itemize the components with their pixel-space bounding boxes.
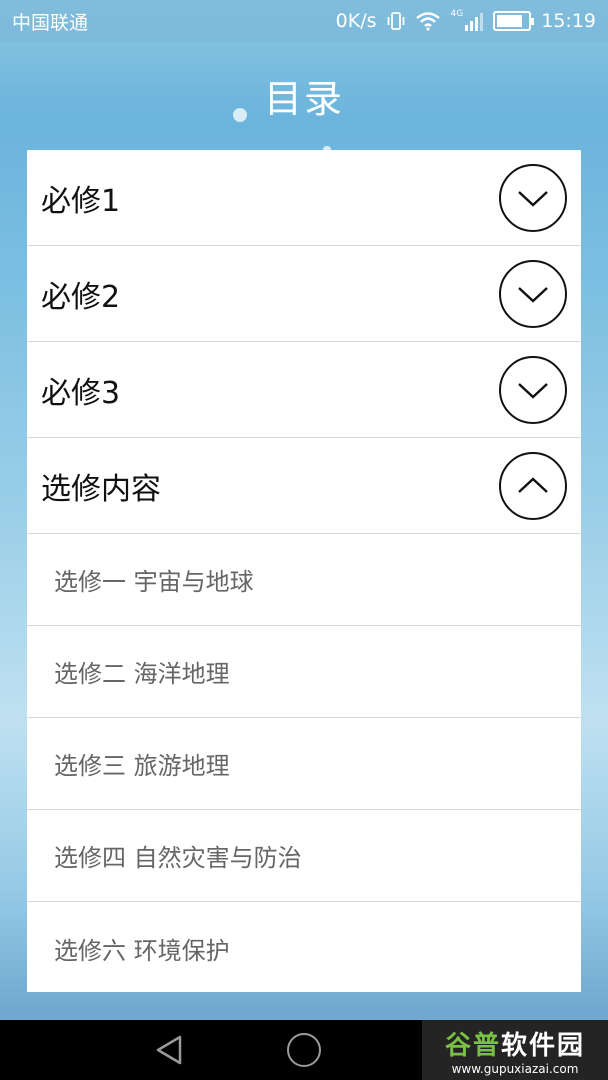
watermark-url: www.gupuxiazai.com	[451, 1061, 579, 1076]
chevron-down-icon[interactable]	[499, 355, 567, 424]
chevron-up-icon[interactable]	[499, 451, 567, 520]
clock: 15:19	[541, 10, 596, 32]
elective-item[interactable]: 选修二 海洋地理	[27, 626, 581, 718]
elective-item[interactable]: 选修三 旅游地理	[27, 718, 581, 810]
status-indicators: 0K/s 4G 15:19	[335, 9, 596, 32]
chevron-down-icon[interactable]	[499, 163, 567, 232]
battery-fill	[497, 15, 523, 27]
back-icon[interactable]	[153, 1033, 187, 1067]
section-label: 必修3	[41, 375, 121, 411]
section-row[interactable]: 选修内容	[27, 438, 581, 534]
battery-icon	[493, 11, 535, 31]
status-bar: 中国联通 0K/s 4G 15:19	[0, 0, 608, 42]
signal-icon	[465, 11, 484, 31]
section-label: 必修1	[41, 183, 121, 219]
section-row[interactable]: 必修1	[27, 150, 581, 246]
chevron-down-icon[interactable]	[499, 259, 567, 328]
watermark-brand: 谷普软件园	[444, 1030, 586, 1061]
section-row[interactable]: 必修2	[27, 246, 581, 342]
network-speed: 0K/s	[335, 10, 377, 32]
watermark: 谷普软件园 www.gupuxiazai.com	[422, 1020, 608, 1080]
page-title: 目录	[263, 77, 344, 121]
carrier-name: 中国联通	[12, 11, 89, 34]
elective-item[interactable]: 选修六 环境保护	[27, 902, 581, 992]
section-row[interactable]: 必修3	[27, 342, 581, 438]
network-type: 4G	[450, 9, 464, 19]
elective-item[interactable]: 选修四 自然灾害与防治	[27, 810, 581, 902]
vibrate-icon	[387, 12, 404, 30]
section-label: 选修内容	[41, 471, 161, 507]
home-icon[interactable]	[287, 1033, 321, 1067]
elective-item[interactable]: 选修一 宇宙与地球	[27, 534, 581, 626]
catalog-list: 必修1 必修2 必修3 选修内容 选修一 宇宙与地球 选修二 海洋地理 选修三 …	[27, 150, 581, 992]
wifi-icon	[415, 12, 440, 31]
section-label: 必修2	[41, 279, 121, 315]
